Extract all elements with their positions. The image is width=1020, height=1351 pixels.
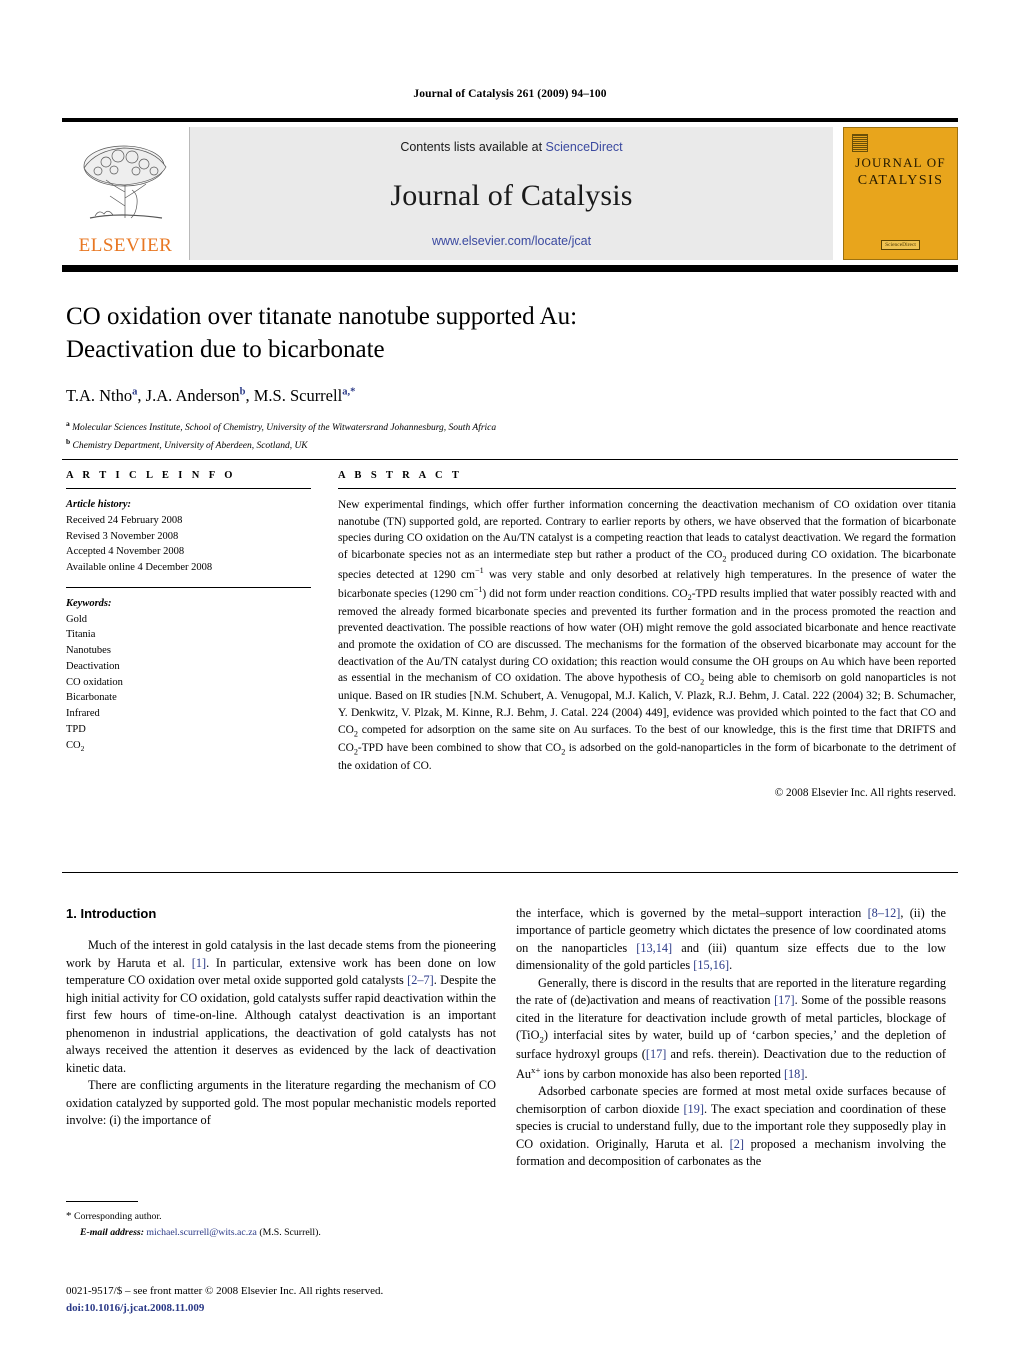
journal-cover-thumbnail: JOURNAL OF CATALYSIS ScienceDirect — [843, 127, 958, 260]
abstract-column: A B S T R A C T New experimental finding… — [338, 470, 956, 799]
affiliation-text: Chemistry Department, University of Aber… — [72, 441, 308, 452]
article-history-item: Available online 4 December 2008 — [66, 562, 213, 573]
corresponding-author-text: Corresponding author. — [73, 1211, 162, 1222]
journal-title: Journal of Catalysis — [390, 179, 633, 212]
body-paragraph: Adsorbed carbonate species are formed at… — [516, 1084, 947, 1169]
author-list: T.A. Nthoa, J.A. Andersonb, M.S. Scurrel… — [66, 386, 356, 405]
affiliation-item: b Chemistry Department, University of Ab… — [66, 436, 946, 454]
elsevier-mark-icon — [852, 134, 868, 152]
keyword-item: Infrared — [66, 708, 100, 719]
article-history-label: Article history: — [66, 499, 132, 510]
journal-masthead: ELSEVIER Contents lists available at Sci… — [62, 118, 958, 272]
paper-page: Journal of Catalysis 261 (2009) 94–100 E… — [0, 0, 1020, 1351]
cover-title: JOURNAL OF CATALYSIS — [844, 154, 957, 190]
masthead-center-panel: Contents lists available at ScienceDirec… — [190, 127, 833, 260]
journal-homepage-link[interactable]: www.elsevier.com/locate/jcat — [190, 234, 833, 248]
body-paragraph: the interface, which is governed by the … — [516, 906, 946, 973]
article-info-column: A R T I C L E I N F O Article history: R… — [66, 470, 311, 754]
affiliation-mark: a — [66, 419, 70, 428]
elsevier-logo: ELSEVIER — [62, 127, 190, 260]
keyword-item: Titania — [66, 629, 96, 641]
body-column-left: 1. Introduction Much of the interest in … — [66, 905, 496, 1129]
keywords-label: Keywords: — [66, 597, 112, 609]
article-history-item: Revised 3 November 2008 — [66, 530, 179, 542]
cover-title-line2: CATALYSIS — [857, 172, 944, 188]
keyword-item: Nanotubes — [66, 645, 111, 656]
abstract-text: New experimental findings, which offer f… — [338, 499, 956, 773]
email-link[interactable]: michael.scurrell@wits.ac.za — [146, 1227, 256, 1238]
author-name: J.A. Anderson — [145, 386, 240, 405]
info-section-divider — [62, 459, 958, 460]
page-title: CO oxidation over titanate nanotube supp… — [66, 300, 946, 366]
elsevier-tree-icon — [83, 145, 166, 219]
author-affiliation-mark: b — [239, 386, 246, 398]
section-heading-introduction: 1. Introduction — [66, 906, 157, 921]
keyword-item: Bicarbonate — [66, 692, 117, 704]
abstract-copyright: © 2008 Elsevier Inc. All rights reserved… — [774, 786, 956, 799]
issn-line: 0021-9517/$ – see front matter © 2008 El… — [66, 1285, 384, 1297]
article-history-item: Received 24 February 2008 — [66, 514, 183, 526]
cover-badge-label: ScienceDirect — [881, 239, 920, 250]
contents-available-line: Contents lists available at ScienceDirec… — [190, 140, 833, 154]
author-name: M.S. Scurrell — [253, 386, 343, 405]
sciencedirect-link[interactable]: ScienceDirect — [546, 140, 623, 154]
keyword-item: TPD — [66, 723, 86, 735]
article-title-line1: CO oxidation over titanate nanotube supp… — [66, 303, 578, 330]
keyword-item: Gold — [66, 613, 87, 625]
keyword-item: CO2 — [66, 739, 85, 753]
article-info-heading: A R T I C L E I N F O — [66, 470, 236, 481]
cover-title-line1: JOURNAL OF — [855, 155, 946, 170]
abstract-heading: A B S T R A C T — [338, 470, 463, 481]
contents-prefix: Contents lists available at — [400, 140, 546, 154]
abstract-section-divider — [62, 872, 958, 873]
title-block: CO oxidation over titanate nanotube supp… — [66, 300, 946, 454]
article-info-rule — [66, 488, 311, 489]
asterisk-icon: * — [66, 1210, 72, 1222]
keyword-item: Deactivation — [66, 660, 120, 672]
doi-link[interactable]: doi:10.1016/j.jcat.2008.11.009 — [66, 1300, 536, 1317]
email-label: E-mail address: — [80, 1227, 144, 1239]
email-owner: (M.S. Scurrell). — [259, 1227, 321, 1239]
running-head: Journal of Catalysis 261 (2009) 94–100 — [413, 88, 607, 100]
author-affiliation-mark: a — [132, 386, 138, 398]
affiliation-mark: b — [66, 436, 71, 446]
body-paragraph: Generally, there is discord in the resul… — [516, 975, 946, 1081]
author-affiliation-mark: a,* — [342, 386, 356, 398]
body-paragraph: Much of the interest in gold catalysis i… — [66, 938, 497, 1075]
abstract-rule — [338, 488, 956, 489]
cover-sciencedirect-badge: ScienceDirect — [844, 239, 957, 250]
elsevier-wordmark: ELSEVIER — [78, 235, 173, 256]
imprint-block: 0021-9517/$ – see front matter © 2008 El… — [66, 1283, 536, 1316]
corresponding-author-note: * Corresponding author. — [66, 1208, 496, 1225]
keywords-rule — [66, 586, 311, 588]
email-note: E-mail address: michael.scurrell@wits.ac… — [66, 1225, 496, 1240]
affiliation-text: Molecular Sciences Institute, School of … — [72, 423, 497, 434]
footnote-rule — [66, 1201, 138, 1202]
article-history-item: Accepted 4 November 2008 — [66, 546, 185, 558]
author-name: T.A. Ntho — [66, 386, 133, 405]
body-column-right: the interface, which is governed by the … — [516, 905, 946, 1170]
affiliation-item: a Molecular Sciences Institute, School o… — [66, 418, 946, 436]
footnote-block: * Corresponding author. E-mail address: … — [66, 1201, 496, 1240]
affiliation-list: a Molecular Sciences Institute, School o… — [66, 418, 946, 454]
article-title-line2: Deactivation due to bicarbonate — [66, 336, 385, 363]
keyword-item: CO oxidation — [66, 676, 123, 688]
body-paragraph: There are conflicting arguments in the l… — [66, 1078, 496, 1127]
